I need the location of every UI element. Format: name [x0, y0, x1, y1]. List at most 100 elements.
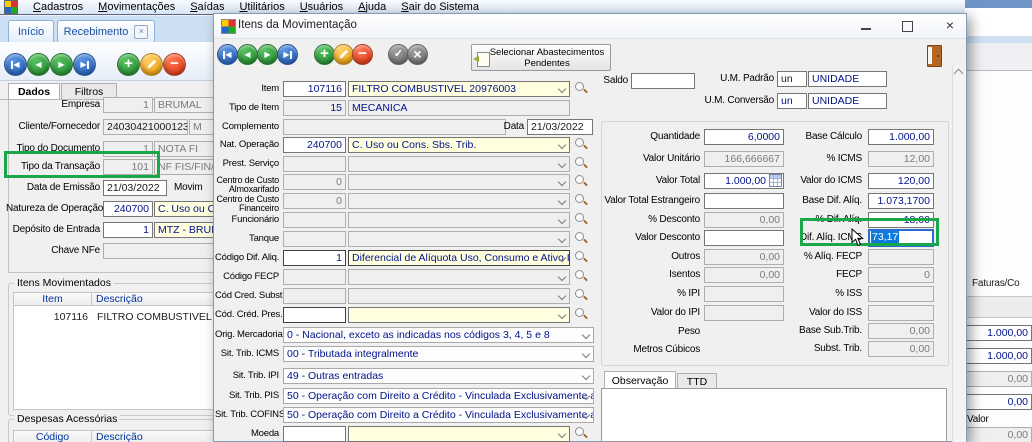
chevron-down-icon[interactable] [582, 350, 590, 358]
nav-first-button[interactable]: ◀ [4, 53, 27, 76]
prest-servico-search-icon[interactable] [575, 157, 588, 170]
pct-aliq-fecp-field[interactable] [868, 249, 934, 265]
chevron-down-icon[interactable] [558, 292, 566, 300]
prest-servico-code-field[interactable] [283, 156, 346, 172]
tab-recebimento[interactable]: Recebimento × [57, 20, 155, 42]
um-padrao-desc-field[interactable]: UNIDADE [808, 71, 887, 87]
chevron-down-icon[interactable] [558, 311, 566, 319]
cc-almoxarifado-code-field[interactable]: 0 [283, 174, 346, 190]
prest-servico-combo[interactable] [348, 156, 570, 172]
chave-nfe-field[interactable] [103, 243, 220, 259]
cod-cred-subst-combo[interactable] [348, 288, 570, 304]
chevron-down-icon[interactable] [558, 197, 566, 205]
tipo-item-desc-field[interactable]: MECANICA [348, 100, 570, 116]
menu-cadastros[interactable]: Cadastros [33, 1, 83, 13]
chevron-down-icon[interactable] [558, 216, 566, 224]
column-header-item[interactable]: Item [13, 292, 92, 306]
deposito-desc-field[interactable]: MTZ - BRUMA [154, 222, 220, 238]
base-calculo-field[interactable]: 1.000,00 [868, 129, 934, 145]
subst-trib-field[interactable]: 0,00 [868, 341, 934, 357]
chevron-down-icon[interactable] [558, 430, 566, 438]
orig-mercadoria-select[interactable]: 0 - Nacional, exceto as indicadas nos có… [283, 327, 594, 343]
dlg-cancel-button[interactable]: × [407, 44, 428, 65]
edit-button[interactable] [140, 53, 163, 76]
faturas-value-4[interactable]: 0,00 [966, 394, 1032, 410]
sit-trib-ipi-select[interactable]: 49 - Outras entradas [283, 368, 594, 384]
tipo-item-code-field[interactable]: 15 [283, 100, 346, 116]
exit-door-icon[interactable] [927, 45, 942, 67]
moeda-search-icon[interactable] [575, 427, 588, 440]
codigo-dif-aliq-combo[interactable]: Diferencial de Alíquota Uso, Consumo e A… [348, 250, 570, 266]
sit-trib-pis-select[interactable]: 50 - Operação com Direito a Crédito - Vi… [283, 388, 594, 404]
dialog-scrollbar[interactable] [952, 66, 966, 442]
um-conversao-code-field[interactable]: un [777, 93, 807, 109]
chevron-down-icon[interactable] [558, 141, 566, 149]
chevron-down-icon[interactable] [558, 273, 566, 281]
dlg-edit-button[interactable] [333, 44, 354, 65]
dlg-nav-last-button[interactable]: ▶ [277, 44, 298, 65]
nat-operacao-search-icon[interactable] [575, 138, 588, 151]
codigo-dif-aliq-search-icon[interactable] [575, 251, 588, 264]
empresa-desc-field[interactable]: BRUMAL [154, 97, 220, 113]
tab-close-icon[interactable]: × [134, 25, 148, 39]
menu-saidas[interactable]: Saídas [190, 1, 224, 13]
observacao-textarea[interactable] [601, 388, 947, 442]
menu-movimentacoes[interactable]: Movimentações [98, 1, 175, 13]
faturas-value-3[interactable]: 0,00 [966, 371, 1032, 387]
tab-observacao[interactable]: Observação [604, 371, 676, 389]
menu-utilitarios[interactable]: Utilitários [239, 1, 284, 13]
funcionario-combo[interactable] [348, 212, 570, 228]
tab-inicio[interactable]: Início [8, 20, 54, 42]
faturas-value-2[interactable]: 1.000,00 [966, 348, 1032, 364]
codigo-fecp-combo[interactable] [348, 269, 570, 285]
tab-dados[interactable]: Dados [8, 83, 60, 100]
cc-almoxarifado-combo[interactable] [348, 174, 570, 190]
dlg-nav-first-button[interactable]: ◀ [217, 44, 238, 65]
faturas-valor-field[interactable]: 0,00 [966, 427, 1032, 442]
base-sub-trib-field[interactable]: 0,00 [868, 323, 934, 339]
moeda-combo[interactable] [348, 426, 570, 442]
fecp-field[interactable]: 0 [868, 267, 934, 283]
data-emissao-field[interactable]: 21/03/2022 [103, 180, 167, 196]
complemento-field[interactable] [283, 119, 506, 135]
pct-iss-field[interactable] [868, 286, 934, 302]
dlg-nav-prev-button[interactable]: ◀ [237, 44, 258, 65]
tipo-transacao-desc-field[interactable]: NF FIS/FIN/AL [154, 159, 220, 175]
base-dif-aliq-field[interactable]: 1.073,1700 [868, 193, 934, 209]
menu-sair[interactable]: Sair do Sistema [401, 1, 479, 13]
nav-prev-button[interactable]: ◀ [27, 53, 50, 76]
codigo-dif-aliq-code-field[interactable]: 1 [283, 250, 346, 266]
cod-cred-subst-search-icon[interactable] [575, 289, 588, 302]
cc-financeiro-code-field[interactable]: 0 [283, 193, 346, 209]
chevron-down-icon[interactable] [558, 160, 566, 168]
cc-financeiro-search-icon[interactable] [575, 194, 588, 207]
menu-ajuda[interactable]: Ajuda [358, 1, 386, 13]
cc-almoxarifado-search-icon[interactable] [575, 175, 588, 188]
chevron-down-icon[interactable] [558, 178, 566, 186]
deposito-code-field[interactable]: 1 [103, 222, 153, 238]
item-code-field[interactable]: 107116 [283, 81, 346, 97]
um-padrao-code-field[interactable]: un [777, 71, 807, 87]
delete-button[interactable]: − [163, 53, 186, 76]
dialog-title-bar[interactable]: Itens da Movimentação × [214, 14, 966, 39]
maximize-icon[interactable] [902, 21, 913, 32]
cod-cred-subst-code-field[interactable] [283, 288, 346, 304]
funcionario-search-icon[interactable] [575, 213, 588, 226]
empresa-code-field[interactable]: 1 [103, 97, 153, 113]
chevron-down-icon[interactable] [558, 85, 566, 93]
tipo-documento-desc-field[interactable]: NOTA FI [154, 141, 220, 157]
dlg-confirm-button[interactable]: ✓ [388, 44, 409, 65]
minimize-icon[interactable] [861, 28, 871, 30]
um-conversao-desc-field[interactable]: UNIDADE [808, 93, 887, 109]
pct-icms-field[interactable]: 12,00 [868, 151, 934, 167]
tanque-search-icon[interactable] [575, 232, 588, 245]
column-header-codigo[interactable]: Código [13, 430, 92, 442]
dlg-add-button[interactable]: + [314, 44, 335, 65]
nat-operacao-code-field[interactable]: 240700 [283, 137, 346, 153]
nav-last-button[interactable]: ▶ [73, 53, 96, 76]
chevron-down-icon[interactable] [582, 372, 590, 380]
sit-trib-cofins-select[interactable]: 50 - Operação com Direito a Crédito - Vi… [283, 407, 594, 423]
scroll-up-icon[interactable] [954, 69, 964, 79]
item-combo[interactable]: FILTRO COMBUSTIVEL 20976003 [348, 81, 570, 97]
chevron-down-icon[interactable] [582, 331, 590, 339]
